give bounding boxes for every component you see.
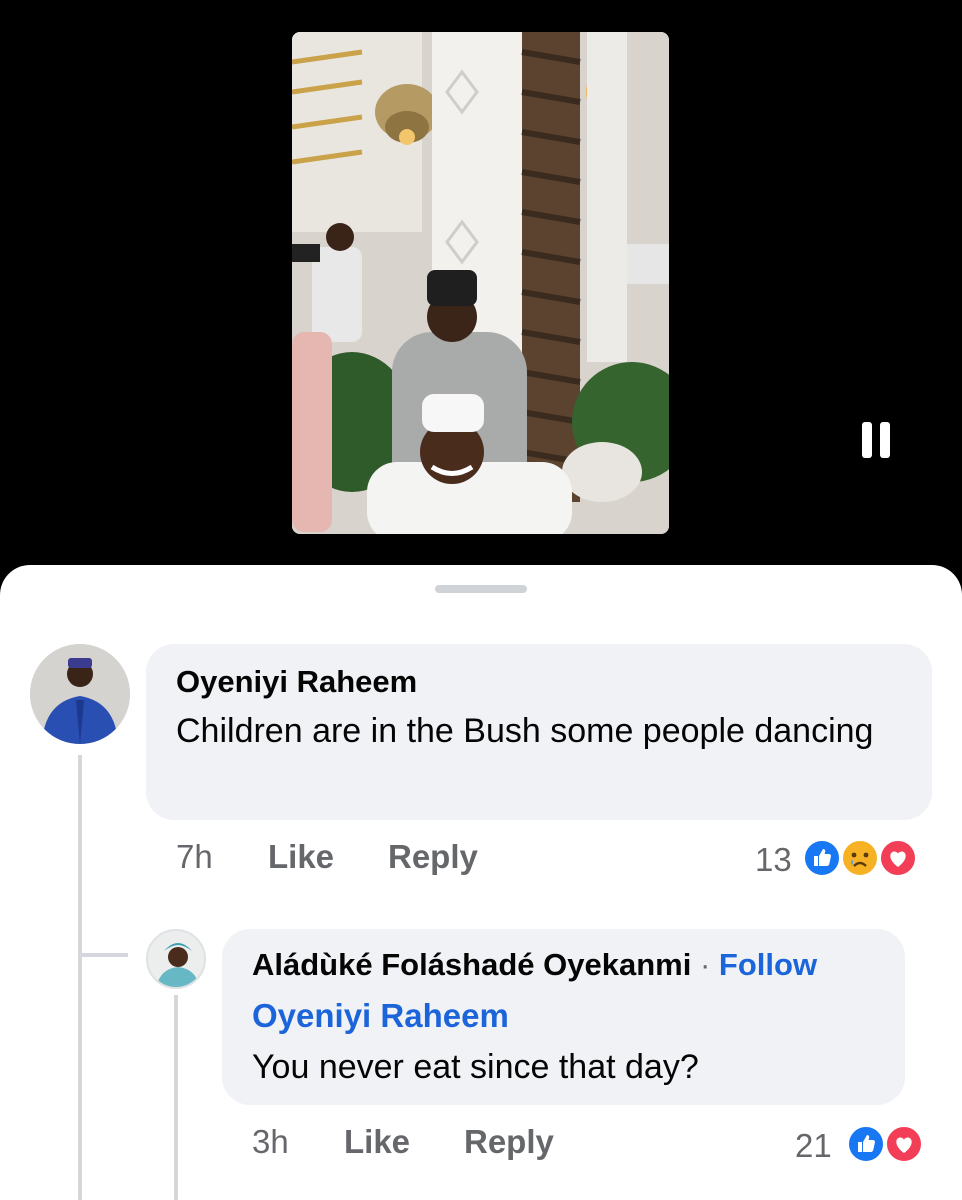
thread-line-branch: [78, 953, 128, 957]
reaction-count[interactable]: 13: [755, 841, 792, 879]
comments-sheet: Oyeniyi Raheem Children are in the Bush …: [0, 565, 962, 1200]
avatar[interactable]: [146, 929, 206, 989]
comment-timestamp[interactable]: 7h: [176, 838, 213, 876]
follow-button[interactable]: Follow: [719, 947, 817, 982]
reply-text: You never eat since that day?: [252, 1048, 699, 1086]
reply-button[interactable]: Reply: [388, 838, 478, 876]
separator-dot: ·: [699, 947, 711, 982]
reply-button[interactable]: Reply: [464, 1123, 554, 1161]
reply-thread-line: [174, 995, 178, 1200]
comment-text: Children are in the Bush some people dan…: [176, 712, 874, 750]
like-reaction-icon[interactable]: [802, 838, 842, 878]
video-player[interactable]: [0, 0, 962, 600]
reaction-count[interactable]: 21: [795, 1127, 832, 1165]
comment-author[interactable]: Oyeniyi Raheem: [176, 664, 417, 700]
reply-author-name[interactable]: Aládùké Foláshadé Oyekanmi: [252, 947, 691, 982]
thread-line: [78, 755, 82, 1200]
like-reaction-icon[interactable]: [846, 1124, 886, 1164]
avatar[interactable]: [30, 644, 130, 744]
like-button[interactable]: Like: [344, 1123, 410, 1161]
reply-author[interactable]: Aládùké Foláshadé Oyekanmi · Follow: [252, 947, 817, 983]
like-button[interactable]: Like: [268, 838, 334, 876]
reply-timestamp[interactable]: 3h: [252, 1123, 289, 1161]
video-frame[interactable]: [292, 32, 669, 534]
mention-link[interactable]: Oyeniyi Raheem: [252, 997, 509, 1035]
sheet-drag-handle[interactable]: [435, 585, 527, 593]
love-reaction-icon[interactable]: [878, 838, 918, 878]
video-still-image: [292, 32, 669, 534]
sad-reaction-icon[interactable]: [840, 838, 880, 878]
pause-icon[interactable]: [858, 418, 898, 462]
love-reaction-icon[interactable]: [884, 1124, 924, 1164]
